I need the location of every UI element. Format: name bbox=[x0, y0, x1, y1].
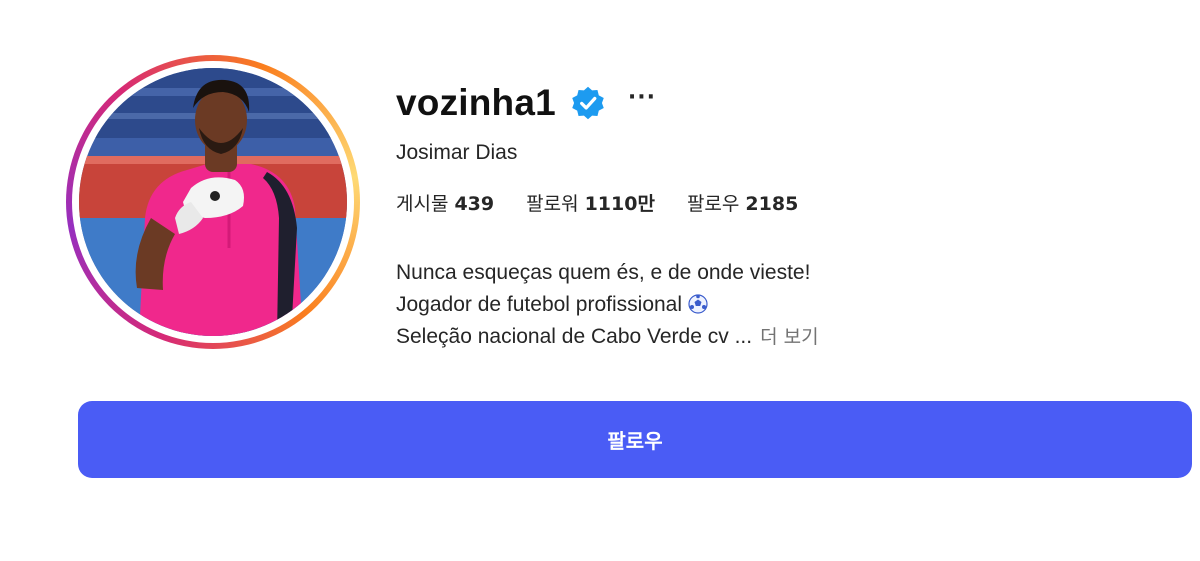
avatar-photo bbox=[79, 68, 347, 336]
stat-posts: 게시물 439 bbox=[396, 189, 494, 216]
bio-line-1: Nunca esqueças quem és, e de onde vieste… bbox=[396, 261, 811, 284]
stat-following-label: 팔로우 bbox=[686, 193, 740, 215]
profile-stats: 게시물 439 팔로워 1110만 팔로우 2185 bbox=[396, 189, 1156, 216]
full-name: Josimar Dias bbox=[396, 141, 518, 164]
bio-more-link[interactable]: 더 보기 bbox=[760, 326, 818, 348]
bio: Nunca esqueças quem és, e de onde vieste… bbox=[396, 257, 1156, 353]
stat-followers-label: 팔로워 bbox=[526, 193, 579, 215]
username: vozinha1 bbox=[396, 82, 556, 123]
username-row: vozinha1 ··· bbox=[396, 78, 1156, 128]
bio-line-3-text: Seleção nacional de Cabo Verde cv ... bbox=[396, 325, 753, 348]
stat-following[interactable]: 팔로우 2185 bbox=[687, 189, 798, 216]
bio-line-3: Seleção nacional de Cabo Verde cv ... 더 보… bbox=[396, 321, 1156, 353]
avatar[interactable] bbox=[79, 68, 347, 336]
stat-followers[interactable]: 팔로워 1110만 bbox=[526, 189, 655, 216]
stat-posts-value: 439 bbox=[454, 193, 495, 215]
bio-line-2-text: Jogador de futebol profissional bbox=[396, 293, 683, 316]
more-options-icon[interactable]: ··· bbox=[628, 87, 656, 109]
bio-line-2: Jogador de futebol profissional bbox=[396, 289, 1156, 321]
stat-following-value: 2185 bbox=[745, 193, 799, 215]
stat-posts-label: 게시물 bbox=[396, 193, 449, 215]
profile-header: vozinha1 ··· Josimar Dias 게시물 439 팔로워 1110… bbox=[396, 78, 1156, 216]
verified-badge-icon bbox=[570, 85, 606, 121]
profile-page: vozinha1 ··· Josimar Dias 게시물 439 팔로워 1110… bbox=[0, 0, 1200, 561]
follow-button[interactable]: 팔로우 bbox=[78, 401, 1192, 478]
stat-followers-value: 1110만 bbox=[584, 193, 655, 215]
soccer-ball-icon bbox=[688, 292, 708, 314]
story-ring[interactable] bbox=[66, 55, 360, 349]
